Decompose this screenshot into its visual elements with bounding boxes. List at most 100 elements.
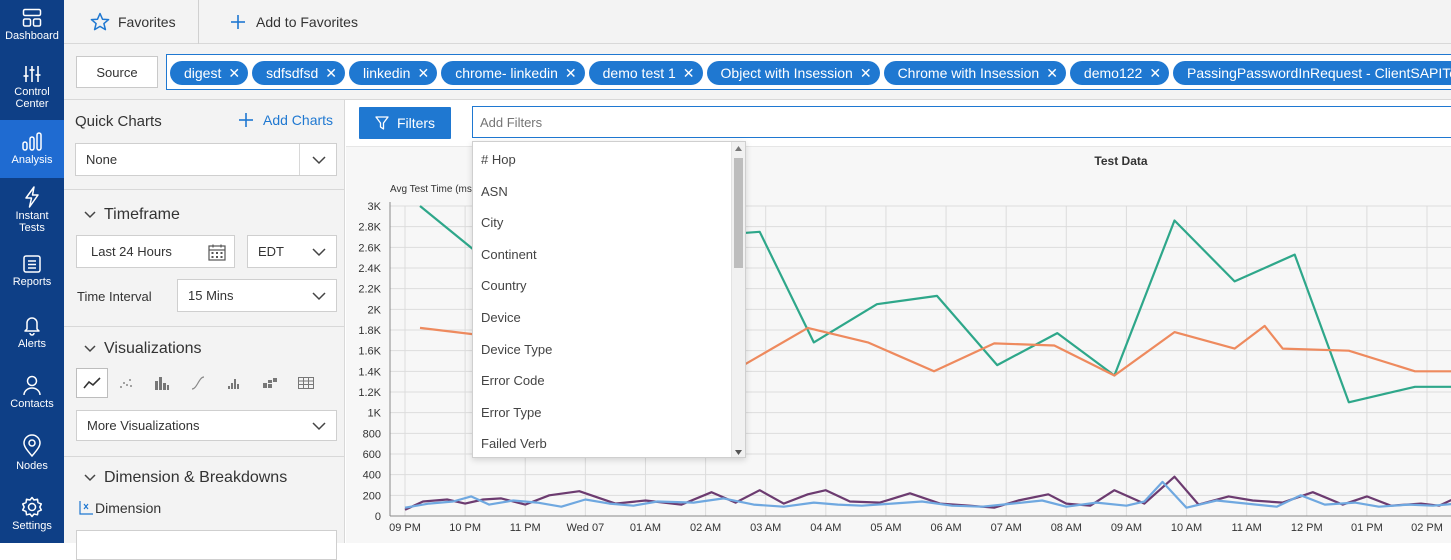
- source-chips-field[interactable]: digest ✕ sdfsdfsd ✕ linkedin ✕ chrome- linkedi…: [166, 54, 1451, 90]
- dropdown-scroll-thumb[interactable]: [734, 158, 743, 268]
- filter-option[interactable]: City: [481, 215, 503, 230]
- y-tick-label: 800: [363, 428, 381, 440]
- x-tick-label: 01 PM: [1351, 522, 1383, 534]
- timezone-value: EDT: [258, 244, 284, 259]
- rail-label-alerts: Alerts: [17, 338, 47, 350]
- rail-item-analysis[interactable]: Analysis: [0, 120, 64, 178]
- favorites-label: Favorites: [118, 14, 176, 30]
- chevron-down-icon: [312, 291, 326, 300]
- chip-remove-icon[interactable]: ✕: [683, 66, 695, 80]
- timeframe-select[interactable]: Last 24 Hours: [76, 235, 235, 268]
- visualization-options: [76, 368, 324, 398]
- filter-option[interactable]: Country: [481, 278, 527, 293]
- bar-chart-icon: [22, 132, 42, 151]
- rail-item-reports[interactable]: Reports: [0, 254, 64, 294]
- chip-remove-icon[interactable]: ✕: [417, 66, 429, 80]
- chip-label: PassingPasswordInRequest - ClientSAPITes…: [1187, 65, 1451, 81]
- scroll-down-icon[interactable]: [735, 450, 742, 455]
- source-chip[interactable]: Object with Insession ✕: [706, 61, 880, 85]
- chip-remove-icon[interactable]: ✕: [325, 66, 337, 80]
- dropdown-scrollbar[interactable]: [731, 142, 745, 457]
- scroll-up-icon[interactable]: [735, 146, 742, 151]
- rail-item-instant-tests[interactable]: Instant Tests: [0, 186, 64, 238]
- add-to-favorites-button[interactable]: Add to Favorites: [230, 0, 358, 44]
- chip-remove-icon[interactable]: ✕: [1149, 66, 1161, 80]
- source-chip[interactable]: digest ✕: [170, 61, 249, 85]
- source-button[interactable]: Source: [76, 56, 158, 88]
- viz-scatter-option[interactable]: [108, 368, 144, 398]
- scatter-chart-icon: [120, 379, 132, 388]
- rail-item-nodes[interactable]: Nodes: [0, 434, 64, 476]
- dimension-select[interactable]: [76, 530, 337, 560]
- source-chip[interactable]: demo test 1 ✕: [588, 61, 703, 85]
- source-chip[interactable]: sdfsdfsd ✕: [252, 61, 345, 85]
- source-chip[interactable]: demo122 ✕: [1069, 61, 1170, 85]
- add-filters-input[interactable]: [472, 106, 1451, 138]
- chip-remove-icon[interactable]: ✕: [228, 66, 240, 80]
- source-chip[interactable]: Chrome with Insession ✕: [883, 61, 1066, 85]
- x-tick-label: 03 AM: [750, 522, 781, 534]
- filter-option[interactable]: Device: [481, 310, 521, 325]
- viz-bar-option[interactable]: [144, 368, 180, 398]
- viz-line-option[interactable]: [76, 368, 108, 398]
- filter-option[interactable]: # Hop: [481, 152, 516, 167]
- dimension-header[interactable]: Dimension & Breakdowns: [84, 469, 287, 487]
- x-tick-label: 02 AM: [690, 522, 721, 534]
- top-bar: Favorites Add to Favorites: [64, 0, 1451, 44]
- gear-icon: [21, 496, 43, 518]
- source-chip[interactable]: PassingPasswordInRequest - ClientSAPITes…: [1173, 61, 1451, 85]
- chip-label: demo122: [1083, 65, 1143, 81]
- quick-charts-value: None: [86, 152, 118, 167]
- report-icon: [23, 255, 41, 273]
- filter-option[interactable]: ASN: [481, 184, 508, 199]
- filter-option[interactable]: Device Type: [481, 342, 552, 357]
- viz-table-option[interactable]: [288, 368, 324, 398]
- source-chip[interactable]: chrome- linkedin ✕: [441, 61, 585, 85]
- bell-icon: [24, 317, 40, 336]
- rail-item-settings[interactable]: Settings: [0, 496, 64, 538]
- visualizations-header[interactable]: Visualizations: [84, 340, 202, 358]
- filter-option[interactable]: Continent: [481, 247, 537, 262]
- section-divider: [64, 326, 344, 327]
- viz-histogram-option[interactable]: [216, 368, 252, 398]
- funnel-icon: [375, 116, 389, 130]
- y-tick-label: 1K: [368, 408, 382, 420]
- chip-remove-icon[interactable]: ✕: [565, 66, 577, 80]
- timeframe-value: Last 24 Hours: [91, 244, 172, 259]
- chevron-down-icon: [312, 155, 326, 164]
- rail-label-reports: Reports: [12, 276, 52, 288]
- timeframe-title: Timeframe: [104, 206, 180, 223]
- timeframe-header[interactable]: Timeframe: [84, 206, 180, 224]
- rail-item-control-center[interactable]: Control Center: [0, 64, 64, 116]
- plus-icon: [239, 113, 253, 127]
- rail-item-alerts[interactable]: Alerts: [0, 314, 64, 356]
- quick-charts-select[interactable]: None: [75, 143, 337, 176]
- chevron-down-icon: [312, 247, 326, 256]
- timezone-select[interactable]: EDT: [247, 235, 337, 268]
- rail-label-analysis: Analysis: [11, 154, 53, 166]
- star-icon: [90, 12, 110, 31]
- rail-item-dashboard[interactable]: Dashboard: [0, 8, 64, 50]
- chevron-down-icon: [84, 345, 96, 353]
- more-visualizations-select[interactable]: More Visualizations: [76, 410, 337, 441]
- viz-stacked-option[interactable]: [252, 368, 288, 398]
- chip-remove-icon[interactable]: ✕: [1046, 66, 1058, 80]
- rail-label-nodes: Nodes: [16, 460, 48, 472]
- rail-item-contacts[interactable]: Contacts: [0, 374, 64, 416]
- x-tick-label: 02 PM: [1411, 522, 1443, 534]
- source-bar: Source digest ✕ sdfsdfsd ✕ linkedin ✕ chrome- …: [64, 44, 1451, 100]
- x-tick-label: 11 PM: [510, 522, 541, 534]
- rail-label-contacts: Contacts: [10, 398, 54, 410]
- chip-label: digest: [184, 65, 222, 81]
- add-charts-button[interactable]: Add Charts: [238, 112, 333, 128]
- chip-remove-icon[interactable]: ✕: [860, 66, 872, 80]
- filter-option[interactable]: Failed Verb: [481, 436, 547, 451]
- favorites-button[interactable]: Favorites: [90, 0, 176, 44]
- viz-area-option[interactable]: [180, 368, 216, 398]
- time-interval-select[interactable]: 15 Mins: [177, 279, 337, 312]
- filter-option[interactable]: Error Code: [481, 373, 545, 388]
- y-tick-label: 3K: [368, 201, 382, 213]
- filter-option[interactable]: Error Type: [481, 405, 541, 420]
- filters-button[interactable]: Filters: [359, 107, 451, 139]
- source-chip[interactable]: linkedin ✕: [348, 61, 438, 85]
